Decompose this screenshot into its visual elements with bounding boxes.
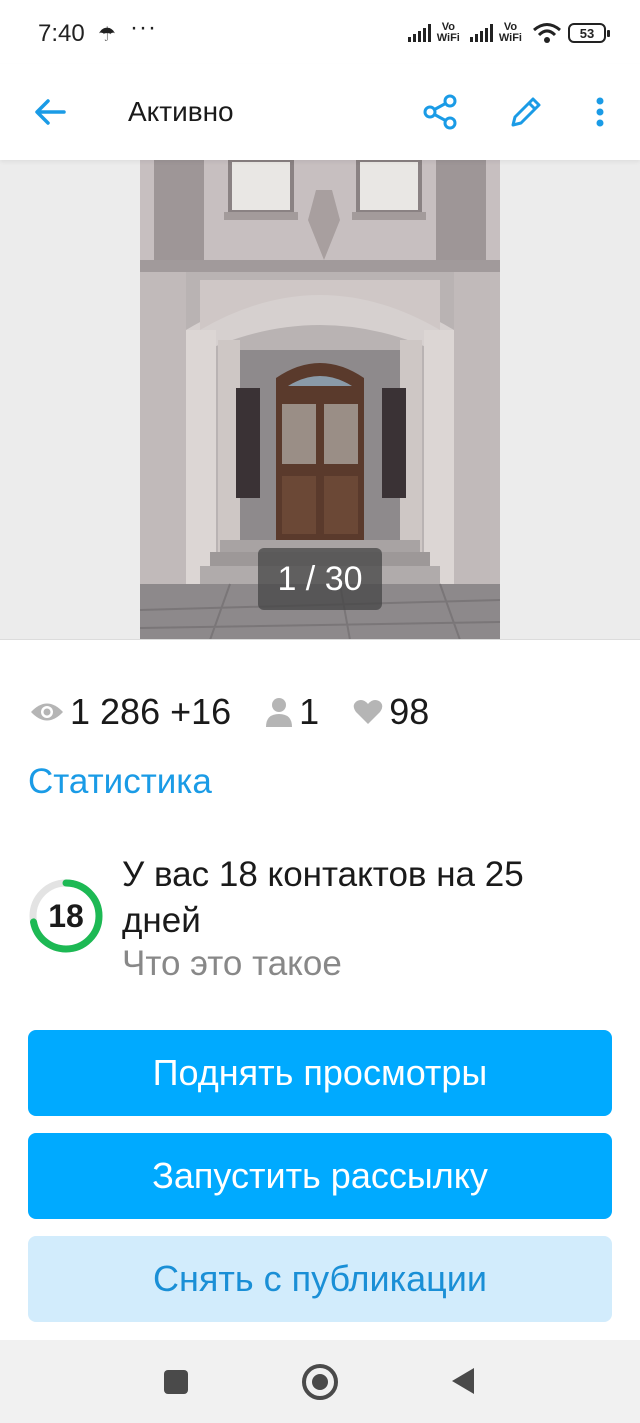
photo-counter: 1 / 30 xyxy=(258,548,382,610)
person-icon xyxy=(266,698,293,727)
recent-apps-icon[interactable] xyxy=(164,1370,188,1394)
photo-gallery[interactable]: 1 / 30 xyxy=(0,160,640,640)
status-time: 7:40 xyxy=(38,20,85,47)
page-title: Активно xyxy=(128,96,234,127)
contacts-ring-count: 18 xyxy=(48,897,84,934)
views-count: 1 286 +16 xyxy=(70,691,232,732)
heart-icon xyxy=(353,700,383,724)
back-triangle-icon[interactable] xyxy=(452,1368,474,1394)
listing-stats: 1 286 +16 1 98 xyxy=(30,690,463,734)
status-bar: 7:40 ☂ ··· Vo WiFi Vo WiFi 53 xyxy=(0,0,640,64)
raise-views-button[interactable]: Поднять просмотры xyxy=(28,1030,612,1116)
system-nav-bar xyxy=(0,1340,640,1423)
back-button[interactable] xyxy=(26,88,74,136)
edit-pencil-icon xyxy=(511,97,541,127)
more-options-button[interactable] xyxy=(578,88,622,136)
contacts-stat: 1 xyxy=(265,691,319,733)
more-notifications-icon: ··· xyxy=(130,14,157,41)
more-vertical-icon xyxy=(596,97,604,127)
arrow-back-icon xyxy=(35,99,66,125)
edit-button[interactable] xyxy=(502,88,550,136)
share-icon xyxy=(423,94,457,130)
contacts-summary: У вас 18 контактов на 25 дней xyxy=(122,855,524,940)
what-is-this-link[interactable]: Что это такое xyxy=(122,944,342,984)
battery-icon: 53 xyxy=(568,23,610,43)
eye-icon xyxy=(31,703,63,721)
home-icon[interactable] xyxy=(302,1364,338,1400)
start-mailing-button[interactable]: Запустить рассылку xyxy=(28,1133,612,1219)
umbrella-icon: ☂ xyxy=(98,24,116,46)
signal-icon-2 xyxy=(469,24,493,42)
views-stat: 1 286 +16 xyxy=(30,691,231,733)
share-button[interactable] xyxy=(416,88,464,136)
vowifi-icon: Vo WiFi xyxy=(436,21,460,44)
statistics-link[interactable]: Статистика xyxy=(28,762,212,802)
signal-icon xyxy=(407,24,431,42)
unpublish-button[interactable]: Снять с публикации xyxy=(28,1236,612,1322)
status-indicators: Vo WiFi Vo WiFi 53 xyxy=(407,18,610,48)
favorites-count: 98 xyxy=(389,691,430,732)
wifi-icon xyxy=(533,23,561,43)
vowifi-icon-2: Vo WiFi xyxy=(498,21,522,44)
favorites-stat: 98 xyxy=(353,691,429,733)
app-bar: Активно xyxy=(0,64,640,160)
contacts-count: 1 xyxy=(299,691,320,732)
